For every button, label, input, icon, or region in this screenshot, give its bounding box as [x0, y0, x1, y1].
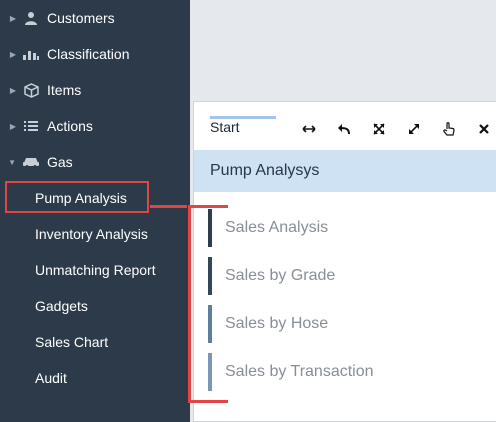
user-icon — [20, 11, 42, 25]
report-color-bar — [208, 209, 212, 247]
report-label: Sales Analysis — [225, 219, 329, 236]
sidebar-item-unmatching-report[interactable]: Unmatching Report — [35, 252, 156, 288]
sidebar-item-label: Actions — [47, 118, 93, 134]
callout-connector — [150, 205, 187, 208]
sidebar-item-pump-analysis[interactable]: Pump Analysis — [35, 180, 127, 216]
caret-right-icon: ▶ — [9, 85, 16, 95]
panel-title: Pump Analysys — [210, 162, 320, 179]
sidebar-item-gas[interactable]: ▼ Gas — [0, 144, 190, 180]
undo-icon[interactable] — [334, 120, 354, 138]
callout-bracket — [188, 205, 191, 403]
report-label: Sales by Grade — [225, 267, 336, 284]
callout-bracket-top — [188, 205, 228, 208]
tab-start[interactable]: Start — [210, 119, 240, 135]
sidebar-item-label: Classification — [47, 46, 130, 62]
classification-icon — [20, 48, 42, 60]
close-icon[interactable] — [474, 120, 494, 138]
sidebar-item-gadgets[interactable]: Gadgets — [35, 288, 88, 324]
resize-horizontal-icon[interactable] — [299, 120, 319, 138]
sidebar-item-label: Audit — [35, 370, 67, 386]
list-icon — [20, 120, 42, 132]
report-color-bar — [208, 257, 212, 295]
expand-icon[interactable] — [404, 120, 424, 138]
sidebar-item-sales-chart[interactable]: Sales Chart — [35, 324, 108, 360]
sidebar-item-label: Inventory Analysis — [35, 226, 148, 242]
report-label: Sales by Hose — [225, 315, 329, 332]
pointer-hand-icon[interactable] — [439, 120, 459, 138]
sidebar-item-label: Pump Analysis — [35, 190, 127, 206]
pump-analysis-panel: Start Pump Analysys Sales Analysis Sales… — [193, 101, 496, 422]
sidebar-item-label: Unmatching Report — [35, 262, 156, 278]
report-color-bar — [208, 305, 212, 343]
sidebar-item-audit[interactable]: Audit — [35, 360, 67, 396]
report-label: Sales by Transaction — [225, 363, 374, 380]
fullscreen-icon[interactable] — [369, 120, 389, 138]
sidebar-item-label: Sales Chart — [35, 334, 109, 350]
callout-bracket-bottom — [188, 400, 228, 403]
car-icon — [20, 156, 42, 168]
sidebar-item-customers[interactable]: ▶ Customers — [0, 0, 190, 36]
sidebar-item-inventory-analysis[interactable]: Inventory Analysis — [35, 216, 148, 252]
sidebar-item-actions[interactable]: ▶ Actions — [0, 108, 190, 144]
sidebar-item-label: Gadgets — [35, 298, 88, 314]
sidebar: ▶ Customers ▶ Classification ▶ Items ▶ A… — [0, 0, 190, 422]
caret-down-icon: ▼ — [8, 157, 16, 167]
sidebar-item-label: Customers — [47, 10, 115, 26]
sidebar-item-items[interactable]: ▶ Items — [0, 72, 190, 108]
caret-right-icon: ▶ — [9, 13, 16, 23]
sidebar-item-classification[interactable]: ▶ Classification — [0, 36, 190, 72]
caret-right-icon: ▶ — [9, 49, 16, 59]
box-icon — [20, 82, 42, 98]
caret-right-icon: ▶ — [9, 121, 16, 131]
sidebar-item-label: Items — [47, 82, 82, 98]
report-color-bar — [208, 353, 212, 391]
sidebar-item-label: Gas — [47, 154, 73, 170]
